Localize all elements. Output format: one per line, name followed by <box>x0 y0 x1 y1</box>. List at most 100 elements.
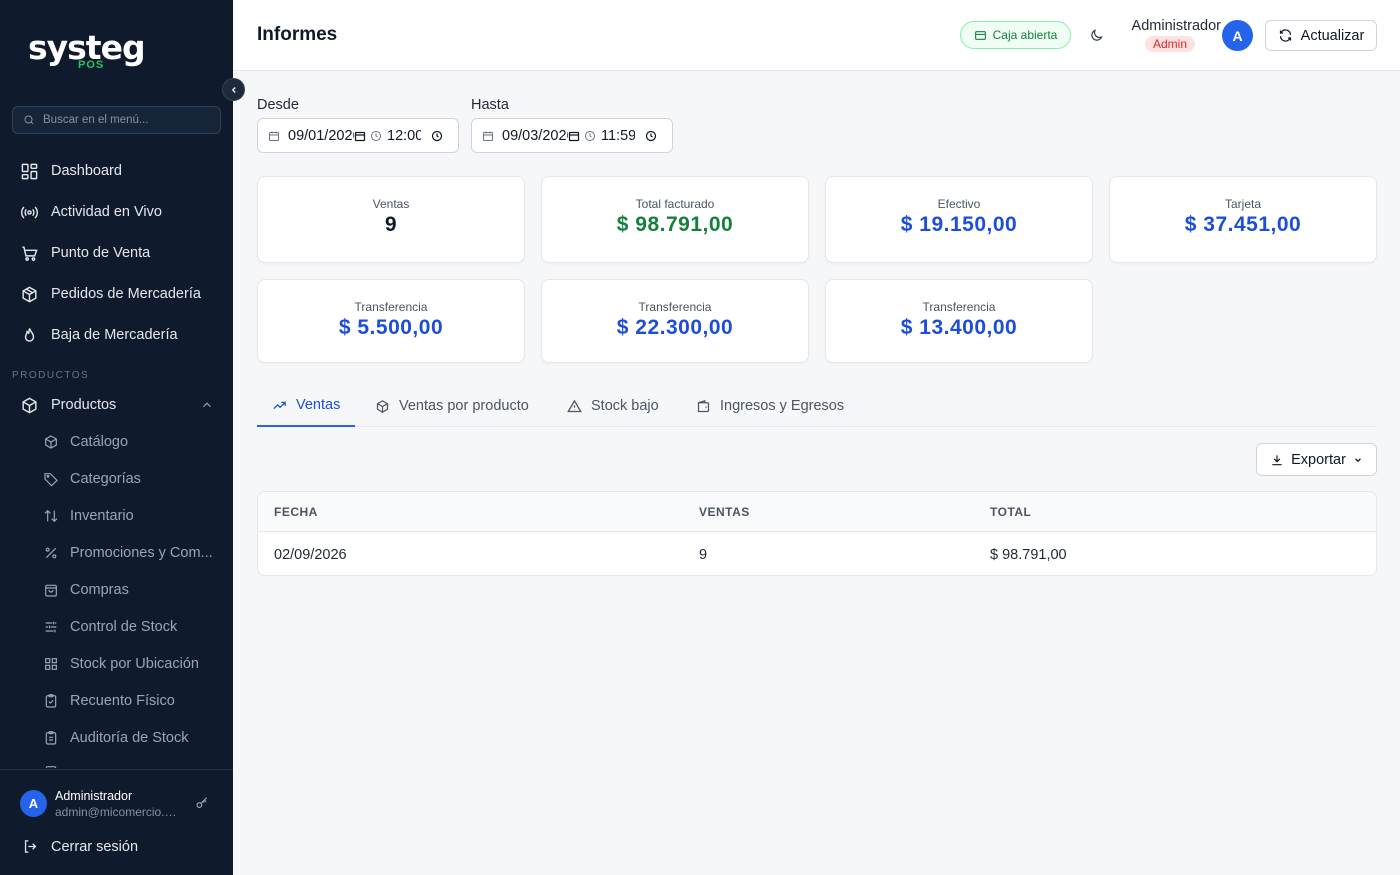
sidebar-item-label: Control de Stock <box>70 619 178 635</box>
report-tabs: Ventas Ventas por producto Stock bajo In… <box>257 385 1376 427</box>
sidebar-item-label: Auditoría de Stock <box>70 730 189 746</box>
menu-search-input[interactable] <box>43 114 203 126</box>
export-label: Exportar <box>1291 451 1346 468</box>
clipboard-list-icon <box>45 731 57 745</box>
sidebar-item-label: Catálogo <box>70 434 129 450</box>
clock-picker-icon[interactable] <box>431 130 443 142</box>
sidebar-footer: A Administrador admin@micomercio.com Cer… <box>0 769 233 875</box>
tab-stock-bajo[interactable]: Stock bajo <box>567 385 659 427</box>
stat-label: Efectivo <box>937 197 981 211</box>
from-label: Desde <box>257 97 299 113</box>
stat-value: $ 37.451,00 <box>1184 213 1302 236</box>
sidebar-item-label: Baja de Mercadería <box>51 327 178 343</box>
stat-label: Transferencia <box>638 300 712 314</box>
sidebar: systeg POS Dashboard Actividad en Vivo P… <box>0 0 233 875</box>
menu-search[interactable] <box>12 106 221 134</box>
from-date-value: 09/01/2026 <box>288 127 354 144</box>
calendar-picker-icon[interactable] <box>568 130 580 142</box>
search-icon <box>24 115 34 125</box>
stat-card-transferencia: Transferencia $ 22.300,00 <box>541 279 809 363</box>
refresh-button[interactable]: Actualizar <box>1265 20 1377 51</box>
tab-label: Stock bajo <box>591 398 659 414</box>
section-label-productos: PRODUCTOS <box>12 370 90 381</box>
stat-card-transferencia: Transferencia $ 13.400,00 <box>825 279 1093 363</box>
stat-label: Transferencia <box>354 300 428 314</box>
caja-status-badge[interactable]: Caja abierta <box>960 21 1071 49</box>
avatar[interactable]: A <box>1222 20 1253 51</box>
sidebar-item-actividad[interactable]: Actividad en Vivo <box>20 200 162 224</box>
stat-card-transferencia: Transferencia $ 5.500,00 <box>257 279 525 363</box>
sidebar-item-auditoria[interactable]: Auditoría de Stock <box>43 727 189 749</box>
to-date-value: 09/03/2026 <box>502 127 568 144</box>
tab-label: Ventas <box>296 397 341 413</box>
stat-value: 9 <box>384 213 398 236</box>
sidebar-item-punto-venta[interactable]: Punto de Venta <box>20 241 150 265</box>
tab-ingresos-egresos[interactable]: Ingresos y Egresos <box>696 385 844 427</box>
export-button[interactable]: Exportar <box>1256 443 1377 476</box>
productos-submenu: Catálogo Categorías Inventario Promocion… <box>0 425 233 768</box>
sidebar-item-label: Punto de Venta <box>51 245 151 261</box>
logout-label: Cerrar sesión <box>51 838 139 855</box>
clipboard-icon <box>45 694 57 708</box>
tab-label: Ventas por producto <box>399 398 529 414</box>
sidebar-item-catalogo[interactable]: Catálogo <box>43 431 128 453</box>
stat-value: $ 13.400,00 <box>900 316 1018 339</box>
tab-ventas-por-producto[interactable]: Ventas por producto <box>375 385 529 427</box>
sidebar-item-control-stock[interactable]: Control de Stock <box>43 616 177 638</box>
stat-card-efectivo: Efectivo $ 19.150,00 <box>825 176 1093 263</box>
sidebar-group-productos[interactable]: Productos <box>20 393 116 417</box>
stat-label: Ventas <box>372 197 410 211</box>
role-badge: Admin <box>1144 36 1195 52</box>
trending-up-icon <box>273 401 286 409</box>
sidebar-item-recuento[interactable]: Recuento Físico <box>43 690 175 712</box>
sidebar-item-categorias[interactable]: Categorías <box>43 468 141 490</box>
avatar[interactable]: A <box>20 790 47 817</box>
clock-picker-icon[interactable] <box>645 130 657 142</box>
cart-icon <box>22 245 38 261</box>
from-datetime-input[interactable]: 09/01/2026 12:00 <box>257 118 459 153</box>
sort-icon <box>44 509 58 523</box>
sidebar-item-label: Dashboard <box>51 163 122 179</box>
sidebar-item-pedidos[interactable]: Pedidos de Mercadería <box>20 282 201 306</box>
top-header: Informes Caja abierta Administrador Admi… <box>233 0 1400 71</box>
stat-card-tarjeta: Tarjeta $ 37.451,00 <box>1109 176 1377 263</box>
warning-icon <box>567 399 582 412</box>
caja-status-label: Caja abierta <box>992 28 1058 42</box>
logout-button[interactable]: Cerrar sesión <box>22 838 138 855</box>
column-header-fecha[interactable]: FECHA <box>274 505 318 519</box>
tab-ventas[interactable]: Ventas <box>257 385 356 427</box>
moon-icon[interactable] <box>1089 28 1104 43</box>
sidebar-item-more[interactable] <box>43 761 70 768</box>
sliders-icon <box>45 621 57 633</box>
brand-logo[interactable]: systeg POS <box>28 30 146 72</box>
to-label: Hasta <box>471 97 509 113</box>
to-datetime-input[interactable]: 09/03/2026 11:59 <box>471 118 673 153</box>
sidebar-item-baja[interactable]: Baja de Mercadería <box>20 323 178 347</box>
header-user: Administrador Admin <box>1121 17 1221 53</box>
sidebar-item-promociones[interactable]: Promociones y Com... <box>43 542 213 564</box>
sidebar-item-dashboard[interactable]: Dashboard <box>20 159 122 183</box>
sidebar-item-inventario[interactable]: Inventario <box>43 505 134 527</box>
percent-icon <box>45 547 57 559</box>
sidebar-item-label: Categorías <box>70 471 141 487</box>
column-header-ventas[interactable]: VENTAS <box>699 505 750 519</box>
calendar-icon <box>269 131 279 141</box>
box-icon <box>45 435 57 449</box>
calendar-icon <box>483 131 493 141</box>
wallet-icon <box>697 399 710 412</box>
sidebar-item-label: Actividad en Vivo <box>51 204 162 220</box>
stat-label: Transferencia <box>922 300 996 314</box>
clock-icon <box>585 130 595 141</box>
dashboard-icon <box>21 163 38 179</box>
chevron-up-icon[interactable] <box>200 398 214 412</box>
grid-icon <box>45 658 57 670</box>
stat-label: Total facturado <box>635 197 715 211</box>
sidebar-item-compras[interactable]: Compras <box>43 579 129 601</box>
column-header-total[interactable]: TOTAL <box>990 505 1031 519</box>
chevron-down-icon <box>1354 457 1361 462</box>
sidebar-item-stock-ubicacion[interactable]: Stock por Ubicación <box>43 653 199 675</box>
calendar-picker-icon[interactable] <box>354 130 366 142</box>
download-icon <box>1272 454 1282 465</box>
key-icon[interactable] <box>195 796 209 810</box>
sidebar-collapse-button[interactable] <box>222 78 245 101</box>
